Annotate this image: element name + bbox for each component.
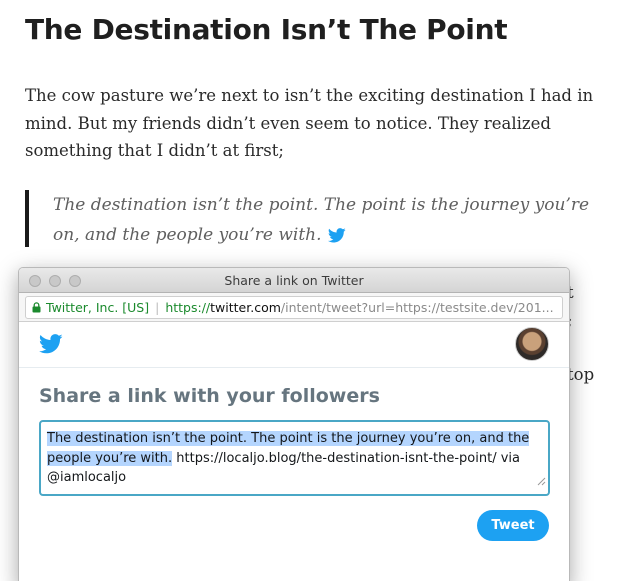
blockquote: The destination isn’t the point. The poi… xyxy=(53,190,613,253)
share-heading: Share a link with your followers xyxy=(39,385,380,407)
user-avatar[interactable] xyxy=(515,327,549,361)
obscured-text-fragment: top xyxy=(567,365,595,384)
blockquote-bar xyxy=(25,190,29,247)
article-title: The Destination Isn’t The Point xyxy=(25,13,508,46)
twitter-header xyxy=(19,322,569,368)
twitter-share-window: Share a link on Twitter Twitter, Inc. [U… xyxy=(18,267,570,581)
tweet-textarea[interactable]: The destination isn’t the point. The poi… xyxy=(39,420,550,496)
blockquote-text: The destination isn’t the point. The poi… xyxy=(53,195,590,245)
url-field[interactable]: Twitter, Inc. [US] | https://twitter.com… xyxy=(25,295,563,319)
article-paragraph: The cow pasture we’re next to isn’t the … xyxy=(25,86,594,160)
url-path: /intent/tweet?url=https://testsite.dev/2… xyxy=(280,299,554,315)
twitter-bird-icon[interactable] xyxy=(38,334,63,358)
url-divider: | xyxy=(155,299,160,315)
url-host: twitter.com xyxy=(210,299,281,315)
lock-icon xyxy=(32,301,41,313)
window-title: Share a link on Twitter xyxy=(224,273,364,288)
address-bar: Twitter, Inc. [US] | https://twitter.com… xyxy=(19,293,569,322)
window-titlebar[interactable]: Share a link on Twitter xyxy=(19,268,569,293)
tweet-button[interactable]: Tweet xyxy=(477,510,549,541)
resize-grip-icon[interactable] xyxy=(537,473,546,493)
url-scheme: https:// xyxy=(165,299,211,315)
ev-certificate-org: Twitter, Inc. [US] xyxy=(46,299,150,315)
tweet-quote-twitter-icon[interactable] xyxy=(327,223,346,253)
